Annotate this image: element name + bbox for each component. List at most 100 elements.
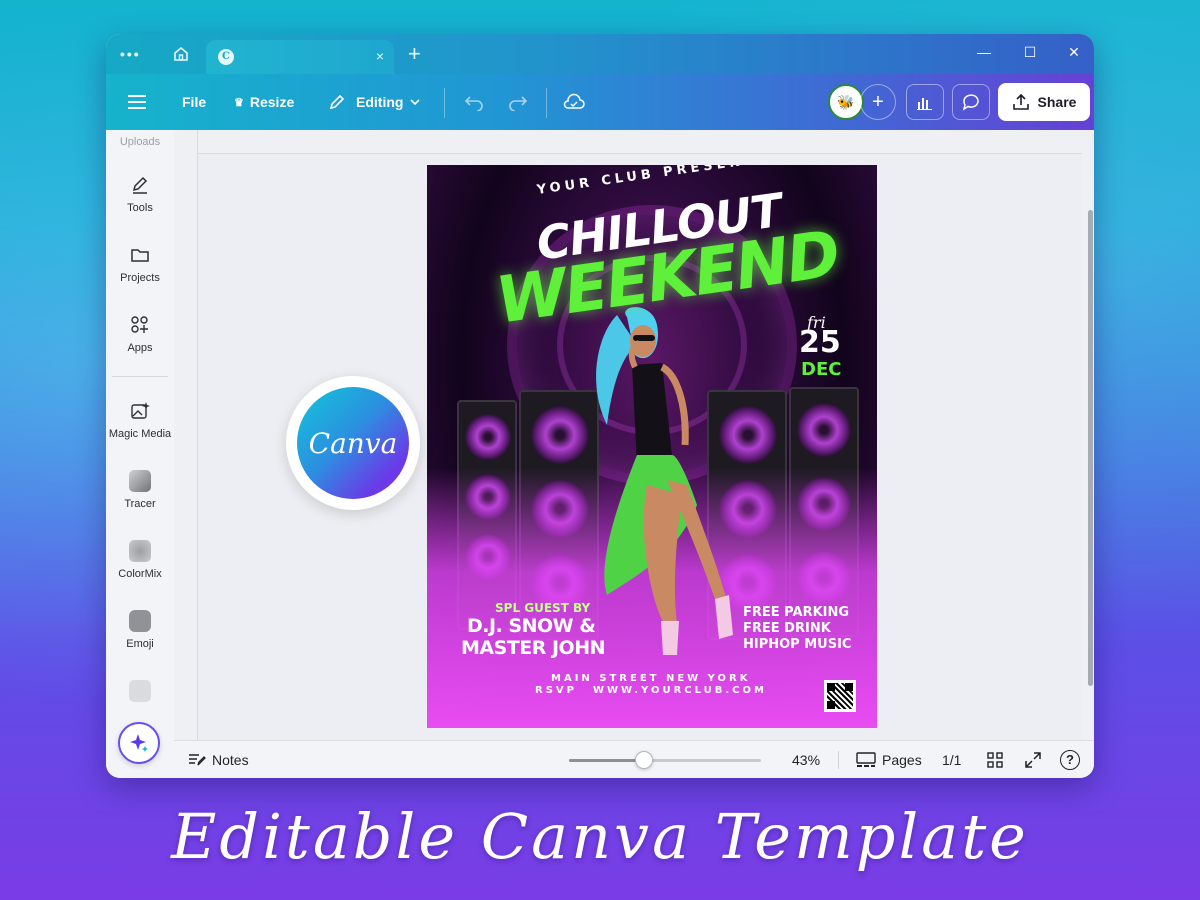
title-bar: ••• C × + — ☐ ✕ [106, 34, 1094, 74]
magic-assistant-button[interactable] [118, 722, 160, 764]
zoom-slider-thumb[interactable] [634, 751, 653, 769]
sidebar-item-label: ColorMix [118, 568, 162, 580]
sidebar-item-label: Tools [127, 202, 153, 214]
resize-button[interactable]: ♛ Resize [234, 74, 294, 130]
home-icon[interactable] [172, 45, 190, 63]
fullscreen-button[interactable] [1024, 741, 1042, 778]
rsvp-label[interactable]: RSVP [535, 685, 577, 696]
editing-mode-button[interactable]: Editing [328, 74, 421, 130]
help-icon: ? [1060, 750, 1080, 770]
sidebar-item-label: Uploads [119, 136, 161, 148]
zoom-slider-fill [569, 759, 644, 762]
top-ruler [198, 130, 1082, 154]
guest-line-2[interactable]: MASTER JOHN [461, 637, 606, 659]
date-month[interactable]: DEC [801, 359, 841, 380]
apps-grid-icon [131, 316, 148, 333]
file-label: File [182, 94, 207, 110]
sidebar-item-label: Emoji [126, 638, 154, 650]
pages-button[interactable]: Pages [856, 741, 922, 778]
more-icon[interactable]: ••• [120, 46, 141, 62]
tracer-app-icon [129, 470, 151, 492]
tab-current-design[interactable]: C × [206, 40, 394, 74]
editing-label: Editing [356, 94, 404, 110]
pages-label: Pages [882, 752, 922, 768]
zoom-slider[interactable] [569, 751, 761, 769]
draw-tool-icon [132, 176, 148, 194]
sidebar-item-label: Magic Media [108, 428, 172, 440]
sidebar-item-tools[interactable]: Tools [106, 174, 174, 214]
left-ruler [174, 130, 198, 742]
crown-icon: ♛ [234, 96, 244, 109]
sidebar-item-colormix[interactable]: ColorMix [106, 540, 174, 580]
minimize-icon[interactable]: — [974, 44, 994, 60]
comments-button[interactable] [952, 84, 990, 120]
sidebar-item-magic-media[interactable]: Magic Media [106, 400, 174, 440]
website-text[interactable]: WWW.YOURCLUB.COM [593, 685, 767, 696]
file-menu-button[interactable]: File [182, 74, 206, 130]
left-sidebar: Uploads Tools Projects Apps Magic Media … [106, 130, 174, 778]
sidebar-item-projects[interactable]: Projects [106, 244, 174, 284]
new-tab-button[interactable]: + [408, 41, 421, 67]
resize-label: Resize [249, 94, 295, 110]
colormix-app-icon [129, 540, 151, 562]
sidebar-item-label: Apps [127, 342, 153, 354]
notes-icon [189, 754, 206, 766]
toolbar-divider [444, 88, 445, 118]
cloud-check-icon [563, 93, 585, 109]
sidebar-item-apps[interactable]: Apps [106, 314, 174, 354]
redo-button[interactable] [508, 74, 528, 130]
sidebar-item-tracer[interactable]: Tracer [106, 470, 174, 510]
pencil-icon [329, 94, 345, 110]
sidebar-item-label: Tracer [124, 498, 156, 510]
sidebar-divider [112, 376, 168, 377]
save-status-button[interactable] [562, 74, 586, 130]
tab-close-icon[interactable]: × [376, 48, 384, 64]
zoom-percentage[interactable]: 43% [792, 741, 820, 778]
share-button[interactable]: Share [998, 83, 1090, 121]
perk-2[interactable]: FREE DRINK [743, 621, 831, 636]
vertical-scrollbar[interactable] [1088, 210, 1093, 686]
perk-3[interactable]: HIPHOP MUSIC [743, 637, 851, 652]
app-icon [129, 680, 151, 702]
dancer-photo [596, 307, 733, 655]
perk-1[interactable]: FREE PARKING [743, 605, 849, 620]
folder-icon [131, 249, 149, 262]
maximize-icon[interactable]: ☐ [1020, 44, 1040, 61]
address-text[interactable]: MAIN STREET NEW YORK [551, 673, 751, 684]
share-label: Share [1037, 94, 1077, 110]
chevron-down-icon [410, 99, 421, 106]
pages-icon [856, 752, 876, 767]
canva-tab-icon: C [218, 49, 234, 65]
help-button[interactable]: ? [1060, 741, 1080, 778]
page-count: 1/1 [942, 752, 962, 768]
expand-icon [1025, 752, 1041, 768]
menu-button[interactable] [128, 74, 148, 130]
comment-icon [962, 94, 979, 111]
statusbar-divider [838, 751, 839, 769]
page-counter: 1/1 [942, 741, 961, 778]
bottom-status-bar: Notes 43% Pages 1/1 ? [174, 740, 1094, 778]
undo-button[interactable] [464, 74, 484, 130]
grid-view-button[interactable] [986, 741, 1004, 778]
event-flyer-design[interactable]: YOUR CLUB PRESENTS CHILLOUT WEEKEND fri … [427, 165, 877, 728]
toolbar-divider [546, 88, 547, 118]
date-number[interactable]: 25 [799, 325, 841, 360]
sidebar-item-more-app[interactable] [106, 680, 174, 708]
grid-view-icon [987, 752, 1003, 768]
upload-icon [1012, 93, 1029, 110]
promo-caption: Editable Canva Template [171, 800, 1029, 873]
canva-logo: Canva [297, 387, 409, 499]
insights-button[interactable] [906, 84, 944, 120]
notes-button[interactable]: Notes [188, 741, 249, 778]
sidebar-item-emoji[interactable]: Emoji [106, 610, 174, 650]
bee-avatar-icon: 🐝 [837, 93, 855, 110]
hamburger-icon [128, 95, 146, 109]
sidebar-item-uploads[interactable]: Uploads [106, 136, 174, 148]
qr-code[interactable] [824, 680, 856, 712]
guest-label[interactable]: SPL GUEST BY [495, 601, 590, 615]
close-window-icon[interactable]: ✕ [1064, 44, 1084, 61]
canva-editor-window: ••• C × + — ☐ ✕ File ♛ Resize Editing 🐝 … [106, 34, 1094, 778]
add-collaborator-button[interactable]: + [860, 84, 896, 120]
user-avatar[interactable]: 🐝 [828, 84, 864, 120]
guest-line-1[interactable]: D.J. SNOW & [467, 615, 596, 637]
